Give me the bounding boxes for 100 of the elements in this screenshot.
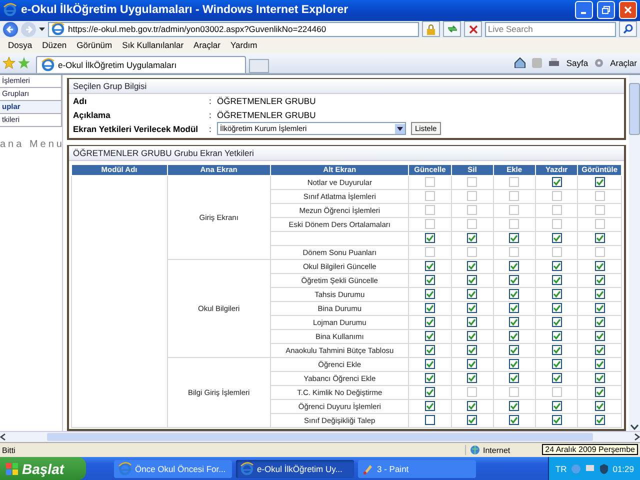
checkbox[interactable] xyxy=(424,289,435,300)
checkbox[interactable] xyxy=(552,345,562,356)
checkbox[interactable] xyxy=(509,345,520,356)
search-button[interactable] xyxy=(619,21,637,38)
checkbox[interactable] xyxy=(467,415,478,426)
checkbox[interactable] xyxy=(424,359,435,370)
checkbox[interactable] xyxy=(594,177,605,188)
checkbox[interactable] xyxy=(467,331,478,342)
address-field[interactable]: https://e-okul.meb.gov.tr/admin/yon03002.aspx?GuvenlikNo=224460 xyxy=(48,22,419,37)
left-arrow-icon xyxy=(6,24,15,34)
checkbox[interactable] xyxy=(552,177,562,188)
security-zone: Internet xyxy=(483,446,510,454)
checkbox[interactable] xyxy=(552,401,562,412)
checkbox[interactable] xyxy=(424,303,435,314)
menu-item[interactable]: Araçlar xyxy=(188,40,226,50)
stop-button[interactable] xyxy=(464,21,482,38)
checkbox[interactable] xyxy=(509,261,520,272)
menu-item[interactable]: Sık Kullanılanlar xyxy=(117,40,189,50)
checkbox[interactable] xyxy=(467,401,478,412)
close-button[interactable] xyxy=(619,1,637,20)
menu-item[interactable]: Düzen xyxy=(37,40,72,50)
checkbox[interactable] xyxy=(594,359,605,370)
checkbox[interactable] xyxy=(594,317,605,328)
checkbox[interactable] xyxy=(467,233,478,244)
checkbox[interactable] xyxy=(594,303,605,314)
tools-menu[interactable]: Araçlar xyxy=(610,58,637,68)
search-field[interactable]: Live Search xyxy=(485,22,616,37)
checkbox[interactable] xyxy=(424,387,435,398)
checkbox[interactable] xyxy=(594,401,605,412)
checkbox[interactable] xyxy=(594,261,605,272)
checkbox[interactable] xyxy=(594,233,605,244)
taskbar-button[interactable]: e-Okul İlkÖğretim Uy... xyxy=(236,460,354,478)
menu-item[interactable]: Dosya xyxy=(3,40,38,50)
checkbox[interactable] xyxy=(509,331,520,342)
checkbox[interactable] xyxy=(509,275,520,286)
printer-icon[interactable] xyxy=(548,58,560,68)
checkbox[interactable] xyxy=(552,415,562,426)
checkbox[interactable] xyxy=(467,261,478,272)
taskbar-button[interactable]: Önce Okul Öncesi For... xyxy=(114,460,232,478)
checkbox[interactable] xyxy=(594,387,605,398)
start-button[interactable]: Başlat xyxy=(0,457,86,480)
back-button[interactable] xyxy=(3,22,18,37)
checkbox[interactable] xyxy=(424,233,435,244)
checkbox[interactable] xyxy=(594,345,605,356)
checkbox[interactable] xyxy=(467,289,478,300)
checkbox[interactable] xyxy=(594,275,605,286)
checkbox[interactable] xyxy=(467,303,478,314)
home-icon[interactable] xyxy=(514,57,526,68)
caret-icon[interactable] xyxy=(39,26,45,32)
checkbox[interactable] xyxy=(509,303,520,314)
checkbox[interactable] xyxy=(424,275,435,286)
checkbox[interactable] xyxy=(552,373,562,384)
checkbox[interactable] xyxy=(552,261,562,272)
horizontal-scrollbar[interactable] xyxy=(0,431,640,442)
lock-button[interactable] xyxy=(422,21,440,38)
checkbox[interactable] xyxy=(424,345,435,356)
lock-icon xyxy=(426,24,436,35)
checkbox[interactable] xyxy=(509,415,520,426)
checkbox[interactable] xyxy=(552,275,562,286)
maximize-button[interactable] xyxy=(597,1,615,20)
checkbox[interactable] xyxy=(467,317,478,328)
browser-tab[interactable]: e-Okul İlkÖğretim Uygulamaları xyxy=(36,56,246,73)
minimize-button[interactable] xyxy=(575,1,593,20)
refresh-button[interactable] xyxy=(443,21,461,38)
checkbox[interactable] xyxy=(424,401,435,412)
checkbox[interactable] xyxy=(552,289,562,300)
checkbox[interactable] xyxy=(594,415,605,426)
checkbox[interactable] xyxy=(509,401,520,412)
scrollbar-thumb[interactable] xyxy=(47,433,593,441)
star-icon[interactable] xyxy=(3,56,15,69)
checkbox[interactable] xyxy=(467,275,478,286)
browser-icon xyxy=(3,3,17,18)
checkbox[interactable] xyxy=(552,359,562,370)
vertical-scrollbar[interactable] xyxy=(629,74,640,431)
checkbox[interactable] xyxy=(424,261,435,272)
checkbox[interactable] xyxy=(467,359,478,370)
checkbox[interactable] xyxy=(509,233,520,244)
checkbox[interactable] xyxy=(509,317,520,328)
checkbox[interactable] xyxy=(424,373,435,384)
checkbox[interactable] xyxy=(467,345,478,356)
checkbox[interactable] xyxy=(552,303,562,314)
shield-icon[interactable] xyxy=(598,464,609,474)
checkbox[interactable] xyxy=(552,331,562,342)
taskbar-button[interactable]: 3 - Paint xyxy=(358,460,476,478)
page-menu[interactable]: Sayfa xyxy=(566,58,588,68)
scrollbar-thumb[interactable] xyxy=(629,82,640,135)
checkbox[interactable] xyxy=(424,331,435,342)
menu-item[interactable]: Görünüm xyxy=(72,40,118,50)
checkbox[interactable] xyxy=(424,415,435,426)
checkbox[interactable] xyxy=(594,373,605,384)
checkbox[interactable] xyxy=(424,317,435,328)
checkbox[interactable] xyxy=(552,317,562,328)
checkbox[interactable] xyxy=(509,373,520,384)
checkbox[interactable] xyxy=(467,373,478,384)
checkbox[interactable] xyxy=(509,289,520,300)
checkbox[interactable] xyxy=(509,359,520,370)
checkbox[interactable] xyxy=(594,331,605,342)
checkbox[interactable] xyxy=(594,289,605,300)
checkbox[interactable] xyxy=(552,233,562,244)
menu-item[interactable]: Yardım xyxy=(225,40,262,50)
